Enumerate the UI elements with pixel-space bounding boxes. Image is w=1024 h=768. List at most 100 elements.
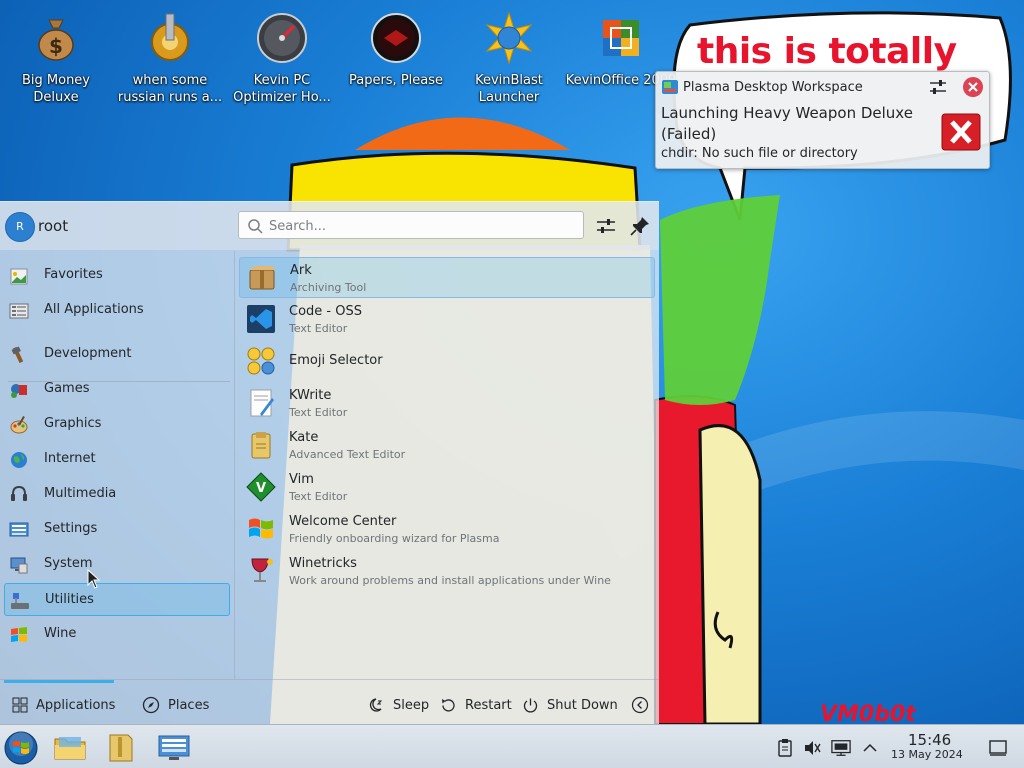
desktop-icon-label: Papers, Please [348, 73, 444, 88]
app-item-welcome-center[interactable]: Welcome Center Friendly onboarding wizar… [239, 509, 655, 550]
category-label: Favorites [44, 267, 103, 282]
tab-applications[interactable]: Applications [12, 694, 115, 716]
archive-folder-icon[interactable] [104, 731, 138, 765]
filter-settings-icon[interactable] [594, 214, 618, 238]
clock-date[interactable]: 13 May 2024 [891, 748, 963, 761]
system-icon [10, 557, 28, 574]
all-applications-icon [9, 303, 29, 319]
speedometer-icon [257, 13, 307, 63]
start-orb-icon[interactable] [4, 731, 38, 765]
notification-popup[interactable]: Plasma Desktop Workspace Launching Heavy… [655, 71, 990, 169]
search-input[interactable] [267, 215, 571, 237]
network-icon[interactable] [831, 738, 851, 758]
desktop-icon-big-money-deluxe[interactable]: $ Big Money Deluxe [0, 8, 112, 106]
category-multimedia[interactable]: Multimedia [4, 478, 230, 511]
plasma-app-icon [662, 80, 678, 94]
category-label: All Applications [44, 302, 144, 317]
chevron-up-icon[interactable] [860, 738, 880, 758]
category-favorites[interactable]: Favorites [4, 259, 230, 292]
pin-icon[interactable] [628, 214, 652, 238]
category-utilities[interactable]: Utilities [4, 583, 230, 616]
volume-muted-icon[interactable] [802, 738, 822, 758]
mouse-cursor-icon [87, 569, 101, 589]
multimedia-icon [11, 485, 27, 501]
money-bag-icon: $ [38, 19, 74, 61]
office-icon [603, 20, 639, 56]
gear-icon [151, 13, 189, 61]
app-name: Ark [290, 263, 312, 278]
vim-icon: V [246, 472, 276, 502]
windows-flag-icon [249, 518, 273, 539]
emoji-icon [247, 347, 275, 375]
games-icon [11, 384, 27, 398]
sleep-label: Sleep [393, 697, 430, 713]
desktop-icon-kevin-pc-optimizer[interactable]: Kevin PC Optimizer Ho... [226, 8, 338, 106]
restart-label: Restart [465, 697, 512, 713]
username: root [38, 217, 69, 235]
tab-places[interactable]: Places [142, 694, 209, 716]
category-settings[interactable]: Settings [4, 513, 230, 546]
restart-icon [442, 698, 455, 712]
clipboard-icon[interactable] [775, 738, 795, 758]
papers-please-icon [371, 13, 421, 63]
grid-icon [12, 697, 28, 713]
active-tab-indicator [4, 680, 114, 683]
category-system[interactable]: System [4, 548, 230, 581]
search-field[interactable] [238, 211, 584, 239]
sleep-button[interactable]: Sleep [368, 694, 429, 716]
app-description: Work around problems and install applica… [289, 574, 611, 587]
app-name: Winetricks [289, 556, 357, 571]
app-item-ark[interactable]: Ark Archiving Tool [239, 257, 655, 298]
category-games[interactable]: Games [4, 373, 230, 406]
app-name: Code - OSS [289, 304, 362, 319]
category-label: Wine [44, 626, 77, 641]
app-name: Kate [289, 430, 319, 445]
launcher-footer: Applications Places Sleep Restart Shut D… [0, 679, 659, 726]
application-launcher: R root Search... Favorites All Applicati… [0, 201, 659, 725]
clock-time[interactable]: 15:46 [908, 731, 951, 749]
desktop-icon-russian-runs[interactable]: when some russian runs a... [114, 8, 226, 106]
app-item-winetricks[interactable]: Winetricks Work around problems and inst… [239, 551, 655, 592]
settings-icon [9, 522, 29, 537]
desktop-icon-label: Kevin PC Optimizer Ho... [233, 73, 331, 105]
restart-button[interactable]: Restart [440, 694, 512, 716]
app-description: Text Editor [289, 322, 348, 335]
avatar[interactable]: R [5, 212, 35, 242]
app-description: Archiving Tool [290, 281, 367, 294]
app-item-vim[interactable]: V Vim Text Editor [239, 467, 655, 508]
show-desktop-icon[interactable] [988, 738, 1008, 758]
system-settings-icon[interactable] [157, 731, 191, 765]
more-actions-button[interactable] [631, 694, 657, 716]
notification-configure-icon[interactable] [926, 76, 950, 98]
app-description: Text Editor [289, 490, 348, 503]
category-wine[interactable]: Wine [4, 618, 230, 651]
star-globe-icon [485, 11, 533, 65]
category-label: Settings [44, 521, 98, 536]
close-icon[interactable] [962, 76, 984, 98]
file-manager-icon[interactable] [53, 731, 87, 765]
category-internet[interactable]: Internet [4, 443, 230, 476]
app-item-kwrite[interactable]: KWrite Text Editor [239, 383, 655, 424]
wallpaper-speech-text: this is totally [697, 31, 957, 72]
kate-icon [251, 432, 271, 459]
category-sidebar: Favorites All Applications Development G… [0, 251, 234, 679]
category-label: Games [44, 381, 90, 396]
shutdown-button[interactable]: Shut Down [522, 694, 618, 716]
sidebar-divider [234, 251, 235, 679]
category-development[interactable]: Development [4, 338, 230, 371]
desktop-icon-papers-please[interactable]: Papers, Please [340, 8, 452, 89]
tab-label: Places [168, 697, 210, 713]
desktop-icon-label: Big Money Deluxe [21, 73, 90, 105]
shutdown-label: Shut Down [547, 697, 618, 713]
category-label: Internet [44, 451, 96, 466]
category-all-applications[interactable]: All Applications [4, 294, 230, 327]
power-icon [523, 698, 538, 712]
category-graphics[interactable]: Graphics [4, 408, 230, 441]
app-item-emoji-selector[interactable]: Emoji Selector [239, 341, 655, 382]
favorites-icon [10, 268, 28, 285]
launcher-header: R root [0, 202, 659, 250]
app-item-kate[interactable]: Kate Advanced Text Editor [239, 425, 655, 466]
desktop-icon-kevinblast-launcher[interactable]: KevinBlast Launcher [453, 8, 565, 106]
notification-app-name: Plasma Desktop Workspace [683, 79, 863, 95]
app-item-code-oss[interactable]: Code - OSS Text Editor [239, 299, 655, 340]
